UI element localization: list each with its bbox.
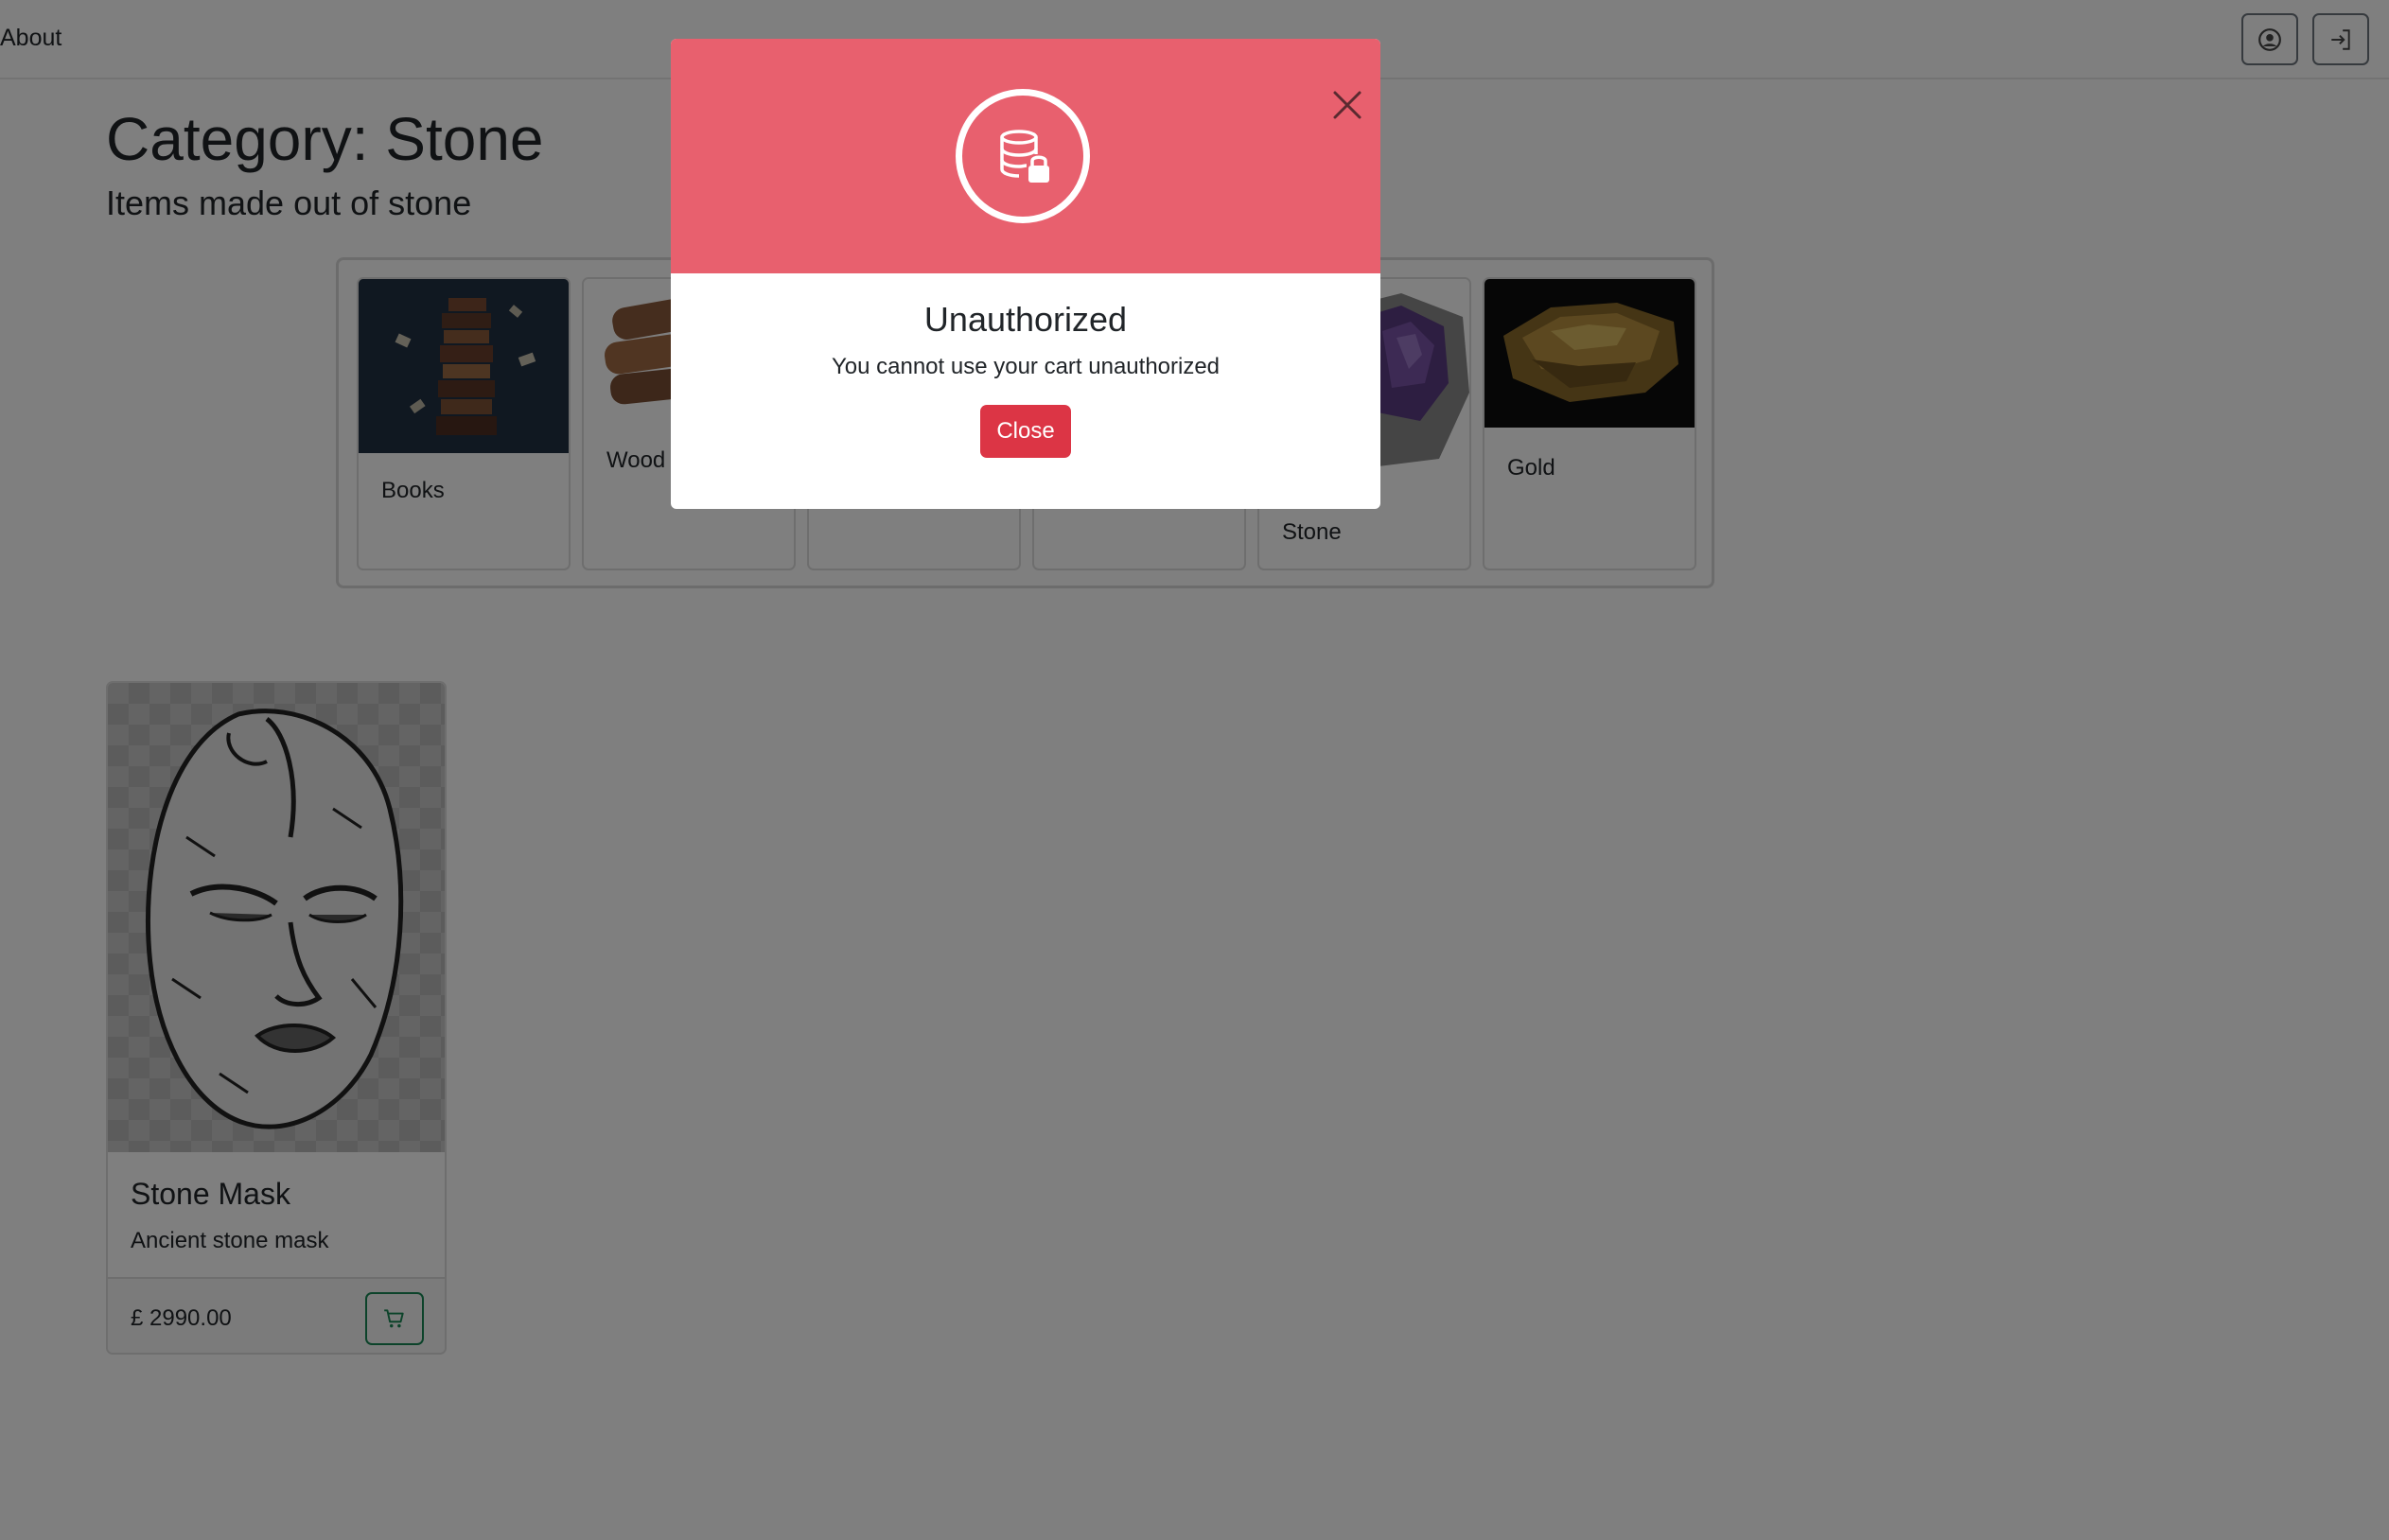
modal-message: You cannot use your cart unauthorized [831,354,1221,379]
modal-header [671,39,1380,273]
database-lock-icon [1000,130,1049,183]
unauthorized-modal: Unauthorized You cannot use your cart un… [671,39,1380,509]
page: About Category: Stone Items made out of … [0,0,2389,1540]
modal-title: Unauthorized [923,300,1128,339]
close-button[interactable]: Close [980,405,1071,458]
close-icon[interactable] [1330,88,1364,122]
modal-icon-circle [956,89,1090,223]
